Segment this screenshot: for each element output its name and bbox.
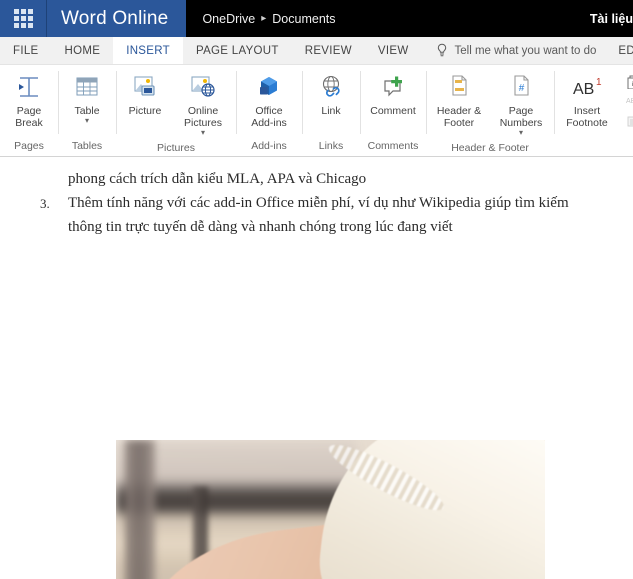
group-label-header-footer: Header & Footer xyxy=(428,139,552,156)
page-numbers-chevron-down-icon[interactable]: ▾ xyxy=(519,129,523,137)
online-pictures-chevron-down-icon[interactable]: ▾ xyxy=(201,129,205,137)
link-label: Link xyxy=(321,105,340,117)
edit-in-button[interactable]: EDIT IN xyxy=(608,37,633,64)
group-label-pages: Pages xyxy=(2,136,56,156)
show-endnotes-icon xyxy=(626,114,633,129)
suite-bar: Word Online OneDrive ▸ Documents Tài liệ… xyxy=(0,0,633,37)
tab-home[interactable]: HOME xyxy=(52,37,114,64)
page-break-label: Page Break xyxy=(15,105,42,129)
page-numbers-icon: # xyxy=(507,71,535,103)
online-pictures-button[interactable]: Online Pictures ▾ xyxy=(172,69,234,139)
header-footer-icon xyxy=(445,71,473,103)
lightbulb-icon xyxy=(436,43,448,58)
svg-text:#: # xyxy=(519,83,525,94)
document-title-area: Tài liệu xyxy=(590,0,633,37)
picture-icon xyxy=(130,71,160,103)
inserted-photo[interactable]: Download.com.vn xyxy=(116,440,545,579)
svg-text:1: 1 xyxy=(596,77,602,88)
ribbon-group-pages: Page Break Pages xyxy=(0,65,58,156)
document-canvas[interactable]: phong cách trích dẫn kiểu MLA, APA và Ch… xyxy=(0,157,633,579)
breadcrumb-current[interactable]: Documents xyxy=(272,12,335,26)
list-item-line-1: Thêm tính năng với các add-in Office miễ… xyxy=(68,195,569,211)
show-footnotes-icon: AB xyxy=(626,94,633,109)
comment-label: Comment xyxy=(370,105,416,117)
office-addins-icon xyxy=(254,71,284,103)
online-pictures-label: Online Pictures xyxy=(184,105,222,129)
comment-icon xyxy=(378,71,408,103)
tab-review[interactable]: REVIEW xyxy=(292,37,365,64)
ribbon-group-pictures: Picture Online Pictures ▾ Pictures xyxy=(116,65,236,156)
insert-footnote-label: Insert Footnote xyxy=(566,105,607,129)
online-pictures-icon xyxy=(188,71,218,103)
ribbon-group-add-ins: Office Add-ins Add-ins xyxy=(236,65,302,156)
show-endnotes-button: Show Endnotes xyxy=(622,112,633,131)
document-body[interactable]: phong cách trích dẫn kiểu MLA, APA và Ch… xyxy=(0,157,633,239)
tell-me-label: Tell me what you want to do xyxy=(455,45,597,57)
breadcrumb: OneDrive ▸ Documents xyxy=(186,0,335,37)
group-label-add-ins: Add-ins xyxy=(238,136,300,156)
list-item-text: Thêm tính năng với các add-in Office miễ… xyxy=(68,191,569,239)
ribbon-insert-panel: Page Break Pages Table ▾ Tables xyxy=(0,65,633,157)
tab-page-layout[interactable]: PAGE LAYOUT xyxy=(183,37,292,64)
show-footnotes-button: AB Show Footnotes xyxy=(622,92,633,111)
group-label-links: Links xyxy=(304,136,358,156)
breadcrumb-root[interactable]: OneDrive xyxy=(202,12,255,26)
picture-button[interactable]: Picture xyxy=(118,69,172,119)
ribbon-group-header-footer: Header & Footer # Page Numbers ▾ Header … xyxy=(426,65,554,156)
ribbon-group-comments: Comment Comments xyxy=(360,65,426,156)
tab-file[interactable]: FILE xyxy=(0,37,52,64)
list-item-line-2: thông tin trực tuyến dễ dàng và nhanh ch… xyxy=(68,219,453,235)
svg-text:AB: AB xyxy=(573,81,594,98)
insert-endnote-button[interactable]: i Insert Endnote xyxy=(622,72,633,91)
app-grid-icon xyxy=(14,9,33,28)
list-item: 3. Thêm tính năng với các add-in Office … xyxy=(40,191,593,239)
page-numbers-button[interactable]: # Page Numbers ▾ xyxy=(490,69,552,139)
tab-insert[interactable]: INSERT xyxy=(113,37,183,64)
insert-endnote-icon: i xyxy=(626,74,633,89)
office-add-ins-button[interactable]: Office Add-ins xyxy=(238,69,300,131)
page-break-icon xyxy=(15,71,43,103)
table-button[interactable]: Table ▾ xyxy=(60,69,114,127)
list-item-number: 3. xyxy=(40,191,68,216)
insert-footnote-icon: AB 1 xyxy=(570,71,604,103)
ribbon-group-links: Link Links xyxy=(302,65,360,156)
paragraph-tail: phong cách trích dẫn kiểu MLA, APA và Ch… xyxy=(40,167,593,191)
photo-backdrop: Download.com.vn xyxy=(116,440,545,579)
header-footer-label: Header & Footer xyxy=(437,105,481,129)
ribbon-tab-strip: FILE HOME INSERT PAGE LAYOUT REVIEW VIEW… xyxy=(0,37,633,65)
page-numbers-label: Page Numbers xyxy=(500,105,543,129)
ribbon-group-footnotes: AB 1 Insert Footnote i Insert Endnote xyxy=(554,65,633,156)
brand-home-link[interactable]: Word Online xyxy=(47,0,186,37)
header-footer-button[interactable]: Header & Footer xyxy=(428,69,490,131)
group-label-footnotes: Footnotes xyxy=(556,136,633,156)
app-launcher-button[interactable] xyxy=(0,0,47,37)
group-label-tables: Tables xyxy=(60,136,114,156)
photo-pillar-left xyxy=(125,440,155,579)
brand-label: Word Online xyxy=(61,8,168,30)
picture-label: Picture xyxy=(129,105,162,117)
link-icon xyxy=(317,71,345,103)
group-label-comments: Comments xyxy=(362,136,424,156)
office-add-ins-label: Office Add-ins xyxy=(251,105,287,129)
comment-button[interactable]: Comment xyxy=(362,69,424,119)
insert-footnote-button[interactable]: AB 1 Insert Footnote xyxy=(556,69,618,131)
ribbon-group-tables: Table ▾ Tables xyxy=(58,65,116,156)
svg-text:AB: AB xyxy=(626,98,633,105)
group-label-pictures: Pictures xyxy=(118,139,234,156)
table-chevron-down-icon[interactable]: ▾ xyxy=(85,117,89,125)
table-icon xyxy=(73,71,101,103)
tab-view[interactable]: VIEW xyxy=(365,37,422,64)
tell-me-search[interactable]: Tell me what you want to do xyxy=(422,37,609,64)
footnote-small-buttons: i Insert Endnote AB Show Footnotes xyxy=(618,69,633,131)
document-title: Tài liệu xyxy=(590,12,633,26)
breadcrumb-separator-icon: ▸ xyxy=(261,13,266,24)
link-button[interactable]: Link xyxy=(304,69,358,119)
page-break-button[interactable]: Page Break xyxy=(2,69,56,131)
